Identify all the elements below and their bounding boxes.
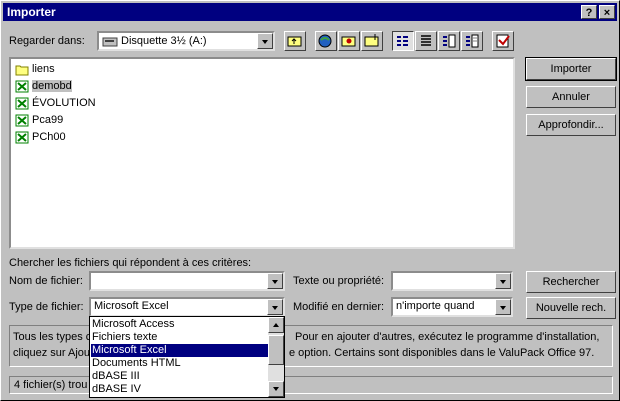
favorites-button[interactable] xyxy=(338,31,360,51)
excel-file-icon xyxy=(15,114,29,127)
lookin-label: Regarder dans: xyxy=(9,35,85,47)
floppy-drive-icon xyxy=(102,37,118,47)
list-item[interactable]: demobd xyxy=(15,78,72,95)
cancel-button[interactable]: Annuler xyxy=(526,86,616,108)
filetype-option[interactable]: Documents HTML xyxy=(91,357,269,370)
list-item[interactable]: PCh00 xyxy=(15,129,66,146)
list-view-icon xyxy=(397,36,408,46)
info-line1-left: Tous les types c xyxy=(13,331,92,343)
search-web-button[interactable] xyxy=(315,31,337,51)
add-favorites-icon xyxy=(364,34,379,47)
scroll-up-icon xyxy=(273,323,279,327)
list-item[interactable]: Pca99 xyxy=(15,112,63,129)
scroll-thumb[interactable] xyxy=(268,335,284,365)
scroll-down-icon xyxy=(273,387,279,391)
details-view-icon xyxy=(421,35,431,46)
modified-dropdown-arrow[interactable] xyxy=(495,299,511,315)
filetype-option[interactable]: Fichiers texte xyxy=(91,331,269,344)
preview-view-button[interactable] xyxy=(461,31,483,51)
new-search-button[interactable]: Nouvelle rech. xyxy=(526,297,616,319)
advanced-button[interactable]: Approfondir... xyxy=(526,114,616,136)
text-property-label: Texte ou propriété: xyxy=(293,275,385,287)
commands-button[interactable] xyxy=(492,31,514,51)
filetype-option[interactable]: Microsoft Access xyxy=(91,318,269,331)
import-dialog: Importer ? × Regarder dans: Disquette 3½… xyxy=(0,0,620,401)
lookin-value: Disquette 3½ (A:) xyxy=(121,35,207,47)
info-line2-left: cliquez sur Ajou xyxy=(13,347,91,359)
scroll-down-button[interactable] xyxy=(268,381,284,397)
list-item[interactable]: liens xyxy=(15,61,55,78)
criteria-heading: Chercher les fichiers qui répondent à ce… xyxy=(9,257,252,269)
info-line1-right: Pour en ajouter d'autres, exécutez le pr… xyxy=(295,331,600,343)
text-property-field[interactable] xyxy=(391,271,513,291)
list-view-button[interactable] xyxy=(392,31,414,51)
excel-file-icon xyxy=(15,97,29,110)
properties-view-icon xyxy=(443,34,456,48)
filetype-select[interactable]: Microsoft Excel xyxy=(89,297,285,317)
filetype-option-selected[interactable]: Microsoft Excel xyxy=(91,344,269,357)
dropdown-scrollbar[interactable] xyxy=(268,317,284,397)
up-folder-icon xyxy=(287,36,302,47)
details-view-button[interactable] xyxy=(415,31,437,51)
window-title: Importer xyxy=(7,5,56,19)
favorites-icon xyxy=(341,36,356,47)
text-property-dropdown-arrow[interactable] xyxy=(495,273,511,289)
add-favorites-button[interactable] xyxy=(361,31,383,51)
lookin-combo[interactable]: Disquette 3½ (A:) xyxy=(97,31,275,51)
excel-file-icon xyxy=(15,80,29,93)
commands-icon xyxy=(496,34,510,48)
help-button[interactable]: ? xyxy=(581,5,597,19)
filetype-dropdown-list[interactable]: Microsoft Access Fichiers texte Microsof… xyxy=(89,316,285,398)
lookin-dropdown-arrow[interactable] xyxy=(257,33,273,49)
filename-label: Nom de fichier: xyxy=(9,275,83,287)
scroll-up-button[interactable] xyxy=(268,317,284,333)
filetype-dropdown-arrow[interactable] xyxy=(267,299,283,315)
filetype-option[interactable]: dBASE III xyxy=(91,370,269,383)
search-web-icon xyxy=(318,34,332,48)
folder-icon xyxy=(15,65,29,76)
title-bar: Importer ? × xyxy=(3,3,617,21)
list-item[interactable]: ÉVOLUTION xyxy=(15,95,96,112)
excel-file-icon xyxy=(15,131,29,144)
info-line2-right: e option. Certains sont disponibles dans… xyxy=(289,347,595,359)
filename-dropdown-arrow[interactable] xyxy=(267,273,283,289)
properties-view-button[interactable] xyxy=(438,31,460,51)
filename-field[interactable] xyxy=(89,271,285,291)
filetype-option[interactable]: dBASE IV xyxy=(91,383,269,396)
filetype-label: Type de fichier: xyxy=(9,301,84,313)
search-button[interactable]: Rechercher xyxy=(526,271,616,293)
preview-view-icon xyxy=(466,34,479,48)
status-text: 4 fichier(s) trou xyxy=(14,379,88,391)
up-folder-button[interactable] xyxy=(284,31,306,51)
modified-label: Modifié en dernier: xyxy=(293,301,385,313)
modified-select[interactable]: n'importe quand xyxy=(391,297,513,317)
file-list[interactable]: liens demobd ÉVOLUTION Pca99 PCh00 xyxy=(9,57,515,249)
import-button[interactable]: Importer xyxy=(525,57,617,81)
close-button[interactable]: × xyxy=(599,5,615,19)
